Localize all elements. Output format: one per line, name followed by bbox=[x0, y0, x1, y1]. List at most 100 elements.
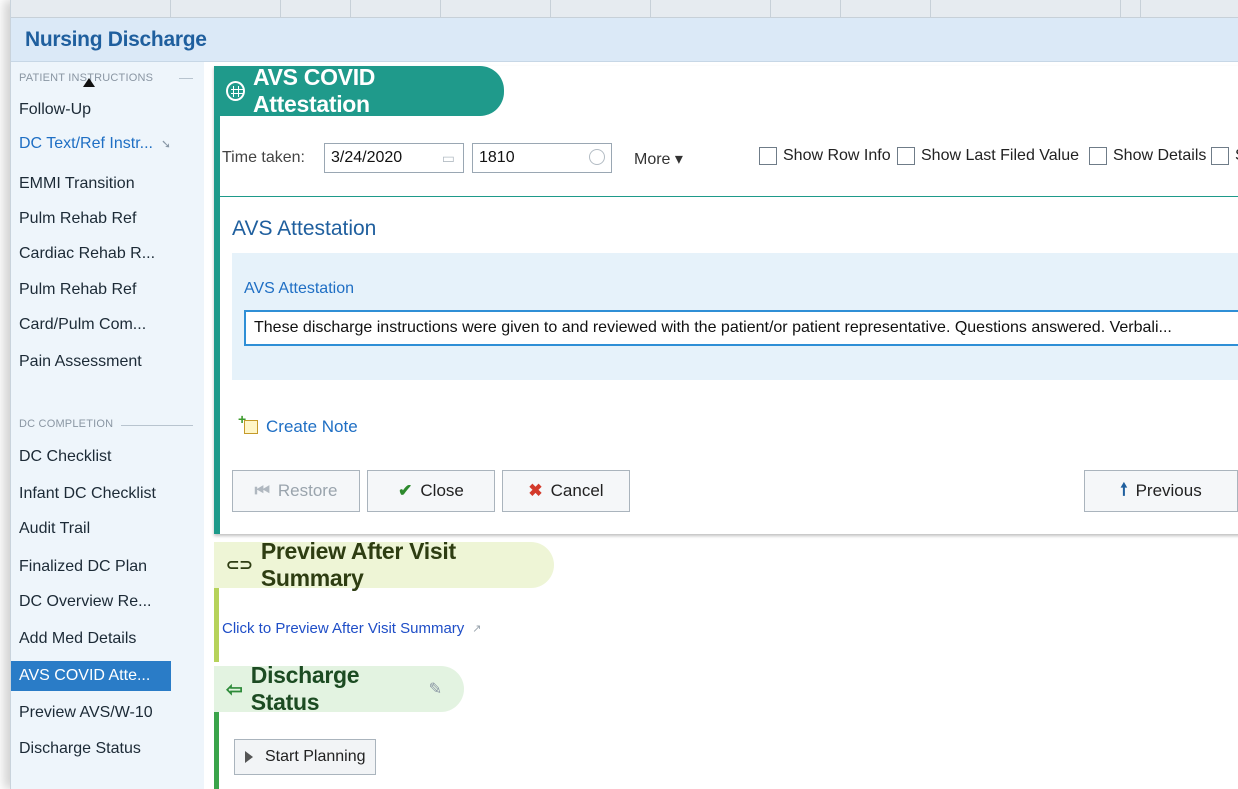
pin-icon[interactable]: ➘ bbox=[161, 137, 171, 151]
avs-attestation-heading: AVS Attestation bbox=[232, 217, 377, 240]
checkbox-box[interactable] bbox=[759, 147, 777, 165]
sidebar: PATIENT INSTRUCTIONS Follow-Up DC Text/R… bbox=[11, 62, 204, 789]
sidebar-item-label: Preview AVS/W-10 bbox=[19, 704, 153, 721]
checkbox-label: Show Last Filed Value bbox=[921, 147, 1080, 164]
exit-icon: ⇦ bbox=[226, 678, 243, 701]
title-bar: Nursing Discharge bbox=[11, 18, 1238, 62]
tab[interactable] bbox=[1081, 0, 1121, 18]
sidebar-item-infant-dc-checklist[interactable]: Infant DC Checklist bbox=[19, 479, 202, 509]
sidebar-item-follow-up[interactable]: Follow-Up bbox=[19, 95, 202, 125]
cancel-button[interactable]: ✖ Cancel bbox=[502, 470, 630, 512]
attestation-row: AVS Attestation These discharge instruct… bbox=[232, 253, 1238, 380]
preview-avs-link[interactable]: Click to Preview After Visit Summary ↗ bbox=[222, 620, 482, 637]
main-content: AVS COVID Attestation Time taken: 3/24/2… bbox=[204, 62, 1238, 789]
sidebar-item-add-med-details[interactable]: Add Med Details bbox=[19, 624, 202, 654]
checkbox-box[interactable] bbox=[1211, 147, 1229, 165]
tab[interactable] bbox=[81, 0, 171, 18]
section-title: Discharge Status bbox=[250, 662, 360, 715]
button-label: Close bbox=[420, 481, 464, 500]
link-icon: ⊂⊃ bbox=[226, 557, 253, 574]
button-label: Start Planning bbox=[265, 748, 366, 765]
sidebar-item-label: AVS COVID Atte... bbox=[19, 667, 151, 684]
section-header-pill: ⊂⊃ Preview After Visit Summary bbox=[214, 538, 554, 591]
time-input[interactable]: 1810 bbox=[472, 143, 612, 173]
section-header-pill: ⇦ Discharge Status ✎ bbox=[214, 662, 464, 715]
tab[interactable] bbox=[841, 0, 931, 18]
sidebar-item-dc-text-ref[interactable]: DC Text/Ref Instr... ➘ bbox=[19, 129, 202, 159]
sidebar-item-label: Follow-Up bbox=[19, 101, 92, 118]
sidebar-item-avs-covid[interactable]: AVS COVID Atte... bbox=[11, 661, 171, 691]
sidebar-item-label: Pulm Rehab Ref bbox=[19, 210, 137, 227]
time-toolbar: Time taken: 3/24/2020 ▭ 1810 More ▾ Show… bbox=[214, 140, 1238, 176]
restore-icon: ⏮ bbox=[254, 481, 270, 500]
sidebar-item-label: Audit Trail bbox=[19, 520, 91, 537]
sidebar-item-preview-avs[interactable]: Preview AVS/W-10 bbox=[19, 698, 202, 728]
tab[interactable] bbox=[651, 0, 771, 18]
tab[interactable] bbox=[171, 0, 281, 18]
sidebar-item-pulm-rehab-ref[interactable]: Pulm Rehab Ref bbox=[19, 204, 202, 234]
sidebar-item-label: Pain Assessment bbox=[19, 353, 142, 370]
pencil-icon[interactable]: ✎ bbox=[429, 679, 442, 699]
section-divider bbox=[121, 425, 193, 426]
previous-button[interactable]: 🠕 Previous bbox=[1084, 470, 1238, 512]
sidebar-item-dc-overview[interactable]: DC Overview Re... bbox=[19, 587, 202, 617]
sidebar-item-finalized-dc-plan[interactable]: Finalized DC Plan bbox=[19, 552, 202, 582]
create-note-link[interactable]: Create Note bbox=[238, 411, 358, 437]
clock-icon[interactable] bbox=[589, 149, 605, 165]
show-details-checkbox[interactable]: Show Details bbox=[1089, 147, 1206, 165]
toolbar-divider bbox=[214, 196, 1238, 197]
sidebar-item-pulm-rehab-ref-2[interactable]: Pulm Rehab Ref bbox=[19, 275, 202, 305]
start-planning-button[interactable]: Start Planning bbox=[234, 739, 376, 775]
more-menu-button[interactable]: More ▾ bbox=[634, 149, 683, 169]
button-label: Previous bbox=[1135, 481, 1202, 500]
discharge-window: Nursing Discharge PATIENT INSTRUCTIONS F… bbox=[10, 0, 1238, 789]
sidebar-item-label: DC Text/Ref Instr... bbox=[19, 135, 153, 152]
tab-strip bbox=[11, 0, 1238, 18]
attestation-field[interactable]: These discharge instructions were given … bbox=[244, 310, 1238, 346]
sidebar-item-pain-assessment[interactable]: Pain Assessment bbox=[19, 347, 202, 377]
section-header-pill: AVS COVID Attestation bbox=[214, 64, 504, 117]
collapse-up-icon[interactable] bbox=[83, 78, 95, 87]
up-arrow-icon: 🠕 bbox=[1120, 479, 1128, 499]
sidebar-item-label: Discharge Status bbox=[19, 740, 141, 757]
date-input[interactable]: 3/24/2020 ▭ bbox=[324, 143, 464, 173]
checkbox-box[interactable] bbox=[1089, 147, 1107, 165]
tab[interactable] bbox=[441, 0, 551, 18]
time-taken-label: Time taken: bbox=[222, 149, 305, 166]
sidebar-item-emmi-transition[interactable]: EMMI Transition bbox=[19, 169, 202, 199]
sidebar-item-audit-trail[interactable]: Audit Trail bbox=[19, 514, 202, 544]
sidebar-item-label: Add Med Details bbox=[19, 630, 137, 647]
sidebar-section-header: DC COMPLETION bbox=[19, 418, 114, 430]
tab[interactable] bbox=[281, 0, 351, 18]
sidebar-item-card-pulm[interactable]: Card/Pulm Com... bbox=[19, 310, 202, 340]
link-label: Click to Preview After Visit Summary bbox=[222, 620, 465, 637]
sidebar-item-cardiac-rehab[interactable]: Cardiac Rehab R... bbox=[19, 239, 202, 269]
show-last-filed-checkbox[interactable]: Show Last Filed Value bbox=[897, 147, 1079, 165]
create-note-label: Create Note bbox=[266, 417, 358, 436]
sidebar-item-label: DC Overview Re... bbox=[19, 593, 152, 610]
calendar-icon[interactable]: ▭ bbox=[442, 150, 455, 167]
date-value: 3/24/2020 bbox=[331, 149, 403, 166]
sidebar-item-label: EMMI Transition bbox=[19, 175, 135, 192]
external-link-icon: ↗ bbox=[472, 623, 482, 635]
close-button[interactable]: ✔ Close bbox=[367, 470, 495, 512]
section-title: AVS COVID Attestation bbox=[253, 64, 376, 117]
play-icon bbox=[245, 751, 253, 763]
checkbox-box[interactable] bbox=[897, 147, 915, 165]
checkmark-icon: ✔ bbox=[398, 481, 413, 500]
sidebar-item-label: DC Checklist bbox=[19, 448, 112, 465]
tab[interactable] bbox=[1121, 0, 1141, 18]
show-more-checkbox[interactable]: S bbox=[1211, 147, 1238, 165]
window-title: Nursing Discharge bbox=[25, 28, 207, 51]
sidebar-item-dc-checklist[interactable]: DC Checklist bbox=[19, 442, 202, 472]
sidebar-item-discharge-status[interactable]: Discharge Status bbox=[19, 734, 202, 764]
show-row-info-checkbox[interactable]: Show Row Info bbox=[759, 147, 891, 165]
restore-button[interactable]: ⏮ Restore bbox=[232, 470, 360, 512]
tab[interactable] bbox=[351, 0, 441, 18]
checkbox-label: Show Row Info bbox=[783, 147, 891, 164]
preview-avs-section: ⊂⊃ Preview After Visit Summary bbox=[214, 538, 1238, 662]
checkbox-label: Show Details bbox=[1113, 147, 1207, 164]
tab[interactable] bbox=[771, 0, 841, 18]
sidebar-item-label: Finalized DC Plan bbox=[19, 558, 148, 575]
tab[interactable] bbox=[551, 0, 651, 18]
